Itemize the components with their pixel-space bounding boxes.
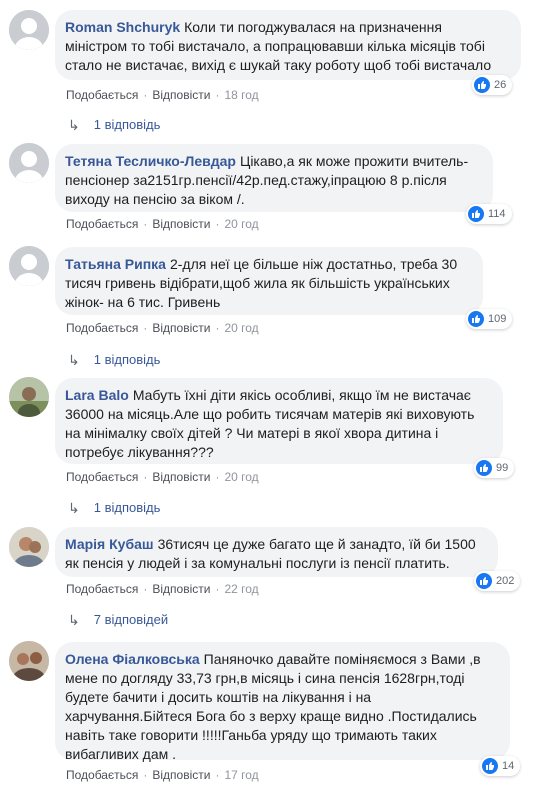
comment-bubble: Татьяна Рипка 2-для неї це більше ніж дос… — [55, 247, 483, 315]
like-icon — [476, 573, 492, 589]
reaction-count[interactable]: 109 — [466, 309, 513, 329]
like-link[interactable]: Подобається — [66, 88, 138, 102]
reaction-count[interactable]: 26 — [472, 75, 513, 95]
comment-time[interactable]: 18 год — [224, 88, 258, 102]
like-link[interactable]: Подобається — [66, 217, 138, 231]
comment-time[interactable]: 22 год — [224, 582, 258, 596]
like-icon — [476, 460, 492, 476]
view-replies-link[interactable]: ↳ 1 відповідь — [68, 117, 160, 133]
comment-bubble: Олена Фіалковська Паняночко давайте помін… — [55, 642, 510, 762]
reply-link[interactable]: Відповісти — [152, 582, 210, 596]
comment-actions: Подобається · Відповісти · 20 год — [66, 217, 259, 231]
comment-time[interactable]: 20 год — [224, 470, 258, 484]
comment-actions: Подобається · Відповісти · 20 год — [66, 321, 259, 335]
reply-link[interactable]: Відповісти — [152, 217, 210, 231]
like-icon — [474, 77, 490, 93]
comment-time[interactable]: 20 год — [224, 217, 258, 231]
reply-link[interactable]: Відповісти — [152, 768, 210, 782]
avatar[interactable] — [9, 246, 49, 286]
comment-actions: Подобається · Відповісти · 20 год — [66, 470, 259, 484]
avatar[interactable] — [9, 377, 49, 417]
reaction-count[interactable]: 114 — [466, 204, 512, 224]
reaction-count[interactable]: 99 — [474, 458, 515, 478]
reply-arrow-icon: ↳ — [68, 500, 80, 516]
like-link[interactable]: Подобається — [66, 582, 138, 596]
comment-author[interactable]: Олена Фіалковська — [65, 651, 200, 667]
comment-author[interactable]: Lara Balo — [65, 387, 129, 403]
comment-bubble: Roman Shchuryk Коли ти погоджувалася на п… — [55, 10, 521, 80]
avatar[interactable] — [9, 10, 49, 50]
comment-author[interactable]: Татьяна Рипка — [65, 256, 166, 272]
comment-text: Паняночко давайте поміняємося з Вами ,в … — [65, 651, 481, 762]
comment-author[interactable]: Марія Кубаш — [65, 536, 154, 552]
comment-bubble: Марія Кубаш 36тисяч це дуже багато ще й з… — [55, 527, 498, 577]
reply-link[interactable]: Відповісти — [152, 88, 210, 102]
comment-author[interactable]: Тетяна Тесличко-Левдар — [65, 153, 236, 169]
avatar[interactable] — [9, 527, 49, 567]
reply-link[interactable]: Відповісти — [152, 321, 210, 335]
comment-time[interactable]: 17 год — [224, 768, 258, 782]
like-icon — [482, 758, 498, 774]
comment-author[interactable]: Roman Shchuryk — [65, 19, 180, 35]
reaction-count[interactable]: 202 — [474, 571, 521, 591]
reply-arrow-icon: ↳ — [68, 352, 80, 368]
reply-arrow-icon: ↳ — [68, 117, 80, 133]
view-replies-link[interactable]: ↳ 1 відповідь — [68, 352, 160, 368]
comment-actions: Подобається · Відповісти · 18 год — [66, 88, 259, 102]
view-replies-link[interactable]: ↳ 1 відповідь — [68, 500, 160, 516]
view-replies-link[interactable]: ↳ 7 відповідей — [68, 612, 168, 628]
like-link[interactable]: Подобається — [66, 470, 138, 484]
avatar[interactable] — [9, 641, 49, 681]
reply-link[interactable]: Відповісти — [152, 470, 210, 484]
like-icon — [468, 311, 484, 327]
like-icon — [468, 206, 484, 222]
avatar[interactable] — [9, 143, 49, 183]
reply-arrow-icon: ↳ — [68, 612, 80, 628]
comment-actions: Подобається · Відповісти · 17 год — [66, 768, 259, 782]
reaction-count[interactable]: 14 — [480, 756, 521, 776]
comment-time[interactable]: 20 год — [224, 321, 258, 335]
like-link[interactable]: Подобається — [66, 321, 138, 335]
like-link[interactable]: Подобається — [66, 768, 138, 782]
comment-actions: Подобається · Відповісти · 22 год — [66, 582, 259, 596]
comment-bubble: Lara Balo Мабуть їхні діти якісь особливі… — [55, 378, 503, 464]
comment-bubble: Тетяна Тесличко-Левдар Цікаво,а як може п… — [55, 144, 493, 212]
